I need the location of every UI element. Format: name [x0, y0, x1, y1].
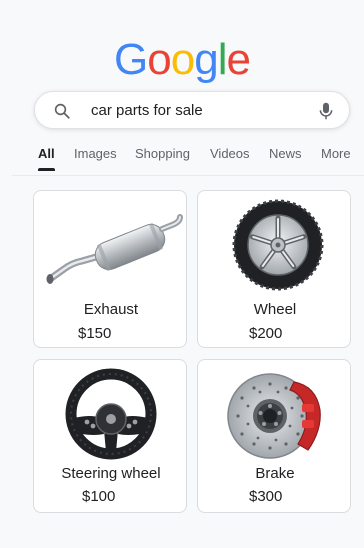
- product-price: $100: [82, 488, 116, 505]
- product-price: $150: [78, 325, 112, 342]
- product-name: Wheel: [253, 301, 297, 318]
- product-card-exhaust[interactable]: Exhaust $150: [33, 190, 187, 348]
- steering-wheel-icon: [65, 368, 157, 460]
- tab-videos[interactable]: Videos: [210, 146, 250, 161]
- product-name: Brake: [255, 465, 295, 482]
- tab-images[interactable]: Images: [74, 146, 117, 161]
- search-bar[interactable]: [34, 91, 350, 129]
- search-input[interactable]: [91, 99, 301, 121]
- product-card-wheel[interactable]: Wheel $200: [197, 190, 351, 348]
- search-icon[interactable]: [53, 102, 71, 120]
- tab-more[interactable]: More: [321, 146, 351, 161]
- product-name: Steering wheel: [61, 465, 161, 482]
- google-logo[interactable]: Google: [0, 34, 364, 86]
- logo-letter: g: [194, 35, 219, 84]
- search-tabs: All Images Shopping Videos News More: [0, 144, 364, 174]
- logo-letter: o: [170, 35, 196, 84]
- product-card-steering-wheel[interactable]: Steering wheel $100: [33, 359, 187, 513]
- logo-letter: o: [147, 35, 172, 84]
- product-price: $300: [249, 488, 283, 505]
- product-name: Exhaust: [83, 301, 139, 318]
- logo-letter: G: [114, 35, 148, 84]
- tab-all[interactable]: All: [38, 146, 55, 171]
- product-card-brake[interactable]: Brake $300: [197, 359, 351, 513]
- tabs-divider: [12, 175, 364, 176]
- brake-disc-caliper-icon: [227, 373, 321, 459]
- exhaust-muffler-icon: [46, 214, 183, 284]
- tire-wheel-icon: [232, 199, 324, 291]
- tab-shopping[interactable]: Shopping: [135, 146, 190, 161]
- logo-letter: e: [226, 35, 251, 84]
- tab-news[interactable]: News: [269, 146, 302, 161]
- logo-letter: l: [217, 35, 228, 84]
- microphone-icon[interactable]: [317, 101, 335, 121]
- product-price: $200: [249, 325, 283, 342]
